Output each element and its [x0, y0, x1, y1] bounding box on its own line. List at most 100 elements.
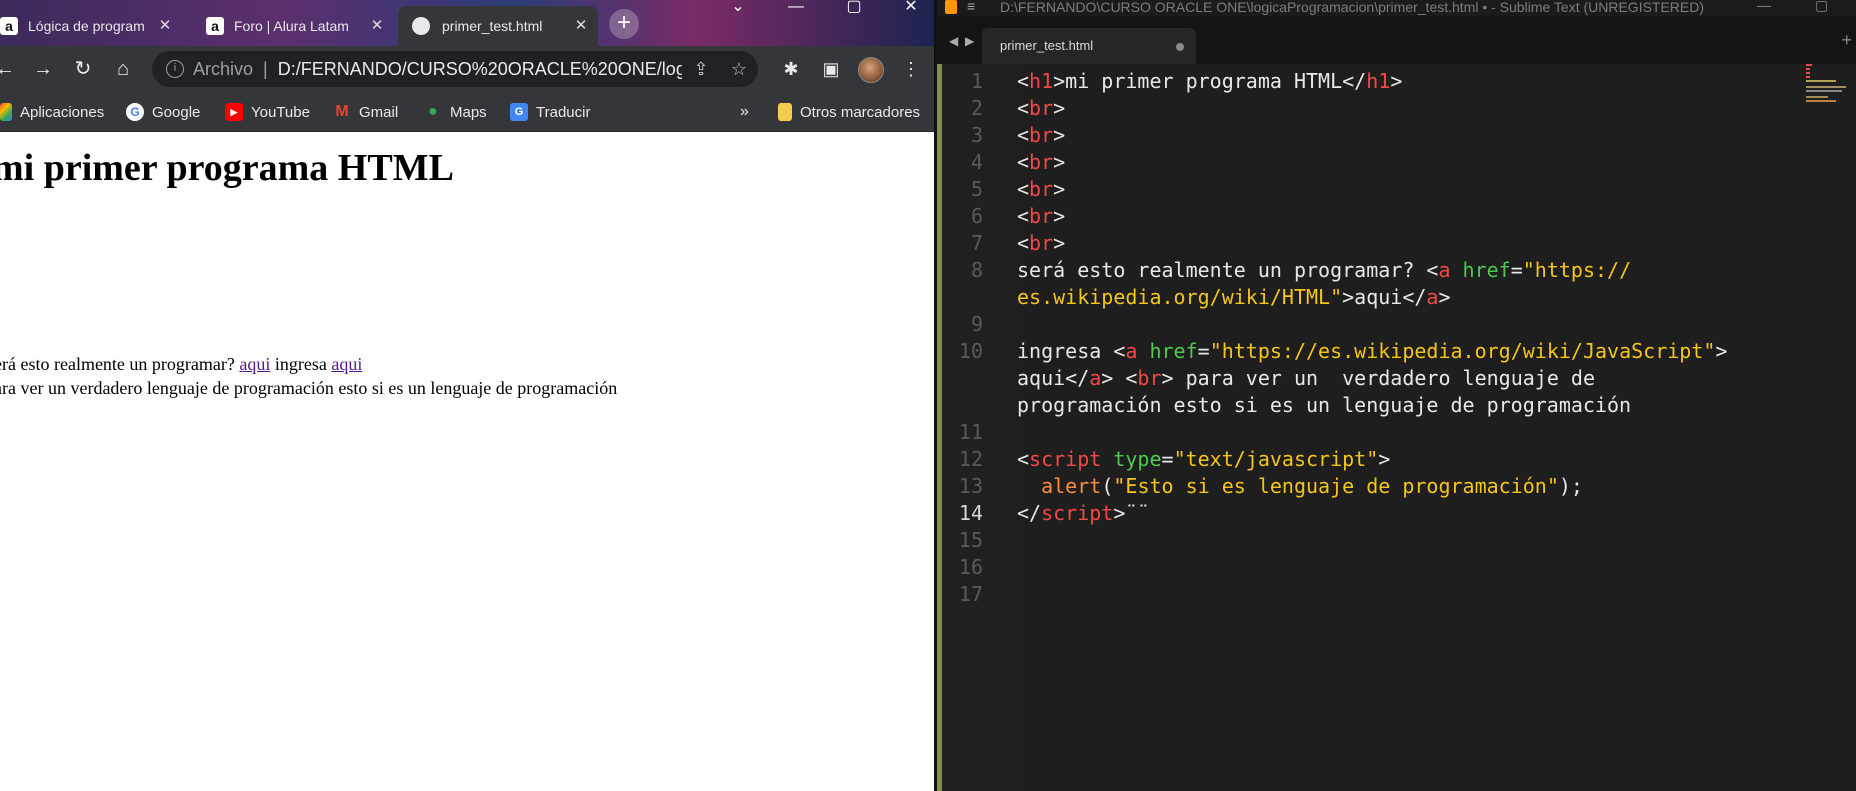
page-text: ingresa — [274, 354, 327, 374]
new-tab-button[interactable]: + — [609, 9, 639, 39]
line-number: 7 — [970, 231, 983, 255]
line-number: 16 — [958, 555, 983, 579]
code-line: ingresa <a href="https://es.wikipedia.or… — [1017, 339, 1728, 363]
back-icon[interactable]: ← — [0, 56, 18, 82]
tab-right-arrow-icon[interactable]: ▶ — [965, 34, 974, 48]
editor-body: 1 2 3 4 5 6 7 8 9 10 11 12 13 14 15 16 1… — [937, 64, 1856, 791]
reload-icon[interactable]: ↻ — [70, 56, 96, 82]
bookmark-youtube[interactable]: ▶ YouTube — [225, 100, 310, 124]
line-number: 13 — [958, 474, 983, 498]
hamburger-menu-icon[interactable]: ≡ — [967, 0, 975, 13]
line-number: 2 — [970, 96, 983, 120]
tab-primer-test[interactable]: primer_test.html — [982, 28, 1196, 64]
close-icon[interactable]: ✕ — [368, 17, 386, 35]
code-line: <br> — [1017, 204, 1066, 228]
page-heading: mi primer programa HTML — [0, 147, 454, 189]
code-line: <br> — [1017, 123, 1066, 147]
code-line: <br> — [1017, 150, 1066, 174]
bookmark-gmail[interactable]: M Gmail — [333, 100, 398, 124]
home-icon[interactable]: ⌂ — [110, 56, 136, 82]
bookmark-label: Maps — [450, 103, 487, 121]
address-bar[interactable]: i Archivo | D:/FERNANDO/CURSO%20ORACLE%2… — [152, 51, 758, 87]
bookmark-label: Google — [152, 103, 201, 121]
bookmark-google[interactable]: G Google — [126, 100, 200, 124]
apps-icon — [0, 103, 12, 121]
folder-icon — [778, 103, 792, 121]
share-icon[interactable]: ⇪ — [690, 58, 712, 80]
minimize-icon[interactable]: — — [1757, 0, 1771, 12]
address-scheme: Archivo — [193, 58, 254, 79]
page-paragraph-1: erá esto realmente un programar? aqui in… — [0, 354, 362, 375]
page-paragraph-2: ara ver un verdadero lenguaje de program… — [0, 378, 618, 398]
bookmark-otros-marcadores[interactable]: Otros marcadores — [778, 100, 920, 124]
maximize-icon[interactable]: ▢ — [1815, 0, 1828, 12]
code-line: será esto realmente un programar? <a hre… — [1017, 258, 1632, 282]
sublime-window: ≡ D:\FERNANDO\CURSO ORACLE ONE\logicaPro… — [937, 0, 1856, 791]
bookmarks-bar: Aplicaciones G Google ▶ YouTube M Gmail … — [0, 92, 934, 132]
tab-title: Lógica de program — [28, 18, 145, 34]
line-number: 5 — [970, 177, 983, 201]
translate-icon: G — [510, 103, 528, 121]
tab-search-icon[interactable]: ⌄ — [712, 0, 764, 16]
line-number: 17 — [958, 582, 983, 606]
tab-primer-test[interactable]: primer_test.html ✕ — [398, 6, 598, 46]
browser-toolbar: ← → ↻ ⌂ i Archivo | D:/FERNANDO/CURSO%20… — [0, 46, 934, 92]
alura-icon: a — [0, 17, 18, 35]
reading-list-icon[interactable]: ▣ — [820, 58, 842, 80]
sublime-logo-icon — [945, 0, 957, 14]
avatar[interactable] — [858, 57, 884, 83]
page-text: erá esto realmente un programar? — [0, 354, 235, 374]
tab-logica[interactable]: a Lógica de program ✕ — [0, 6, 182, 46]
bookmark-maps[interactable]: ● Maps — [424, 100, 487, 124]
line-number: 11 — [958, 420, 983, 444]
new-tab-icon[interactable]: + — [1841, 30, 1852, 51]
close-icon[interactable]: ✕ — [572, 17, 590, 35]
tab-title: Foro | Alura Latam — [234, 18, 349, 34]
unsaved-dot-icon[interactable] — [1176, 43, 1184, 51]
line-number: 4 — [970, 150, 983, 174]
forward-icon[interactable]: → — [30, 56, 56, 82]
bookmark-label: Aplicaciones — [20, 103, 105, 121]
address-url[interactable]: D:/FERNANDO/CURSO%20ORACLE%20ONE/logic..… — [278, 59, 682, 80]
bookmark-traducir[interactable]: G Traducir — [510, 100, 590, 124]
bookmark-label: Otros marcadores — [800, 103, 921, 121]
line-number-current: 14 — [958, 501, 983, 525]
tab-foro[interactable]: a Foro | Alura Latam ✕ — [198, 6, 394, 46]
link-aqui-html[interactable]: aqui — [239, 354, 270, 374]
code-line-current: </script>¨¨ — [1017, 501, 1150, 525]
tab-title: primer_test.html — [442, 18, 543, 34]
bookmark-aplicaciones[interactable]: Aplicaciones — [0, 100, 104, 124]
tab-left-arrow-icon[interactable]: ◀ — [949, 34, 958, 48]
close-window-icon[interactable]: ✕ — [885, 0, 934, 16]
bookmark-label: Gmail — [359, 103, 399, 121]
minimap[interactable] — [1806, 64, 1856, 791]
browser-window: a Lógica de program ✕ a Foro | Alura Lat… — [0, 0, 934, 791]
minimize-icon[interactable]: — — [770, 0, 822, 16]
close-icon[interactable]: ✕ — [156, 17, 174, 35]
youtube-icon: ▶ — [225, 103, 243, 121]
menu-icon[interactable]: ⋮ — [900, 58, 922, 80]
star-icon[interactable]: ☆ — [728, 58, 750, 80]
google-icon: G — [126, 103, 144, 121]
info-icon[interactable]: i — [166, 60, 184, 78]
page-content: mi primer programa HTML erá esto realmen… — [0, 132, 934, 791]
code-line: <br> — [1017, 231, 1066, 255]
gmail-icon: M — [335, 103, 349, 120]
link-aqui-javascript[interactable]: aqui — [331, 354, 362, 374]
editor-tab-strip: ◀ ▶ primer_test.html + — [937, 16, 1856, 64]
extensions-icon[interactable]: ✱ — [780, 58, 802, 80]
code-line-wrap: programación esto si es un lenguaje de p… — [1017, 393, 1632, 417]
globe-icon — [412, 17, 430, 35]
address-separator: | — [263, 58, 268, 79]
code-area[interactable]: <h1>mi primer programa HTML</h1> <br> <b… — [1017, 64, 1807, 791]
line-number: 9 — [970, 312, 983, 336]
code-line-wrap: aqui</a> <br> para ver un verdadero leng… — [1017, 366, 1595, 390]
alura-icon: a — [206, 17, 224, 35]
bookmark-label: Traducir — [536, 103, 591, 121]
code-line: alert("Esto si es lenguaje de programaci… — [1041, 474, 1583, 498]
line-number: 6 — [970, 204, 983, 228]
line-number: 10 — [958, 339, 983, 363]
maps-pin-icon: ● — [428, 103, 438, 120]
bookmarks-more-button[interactable]: » — [740, 100, 749, 124]
maximize-icon[interactable]: ▢ — [828, 0, 880, 16]
